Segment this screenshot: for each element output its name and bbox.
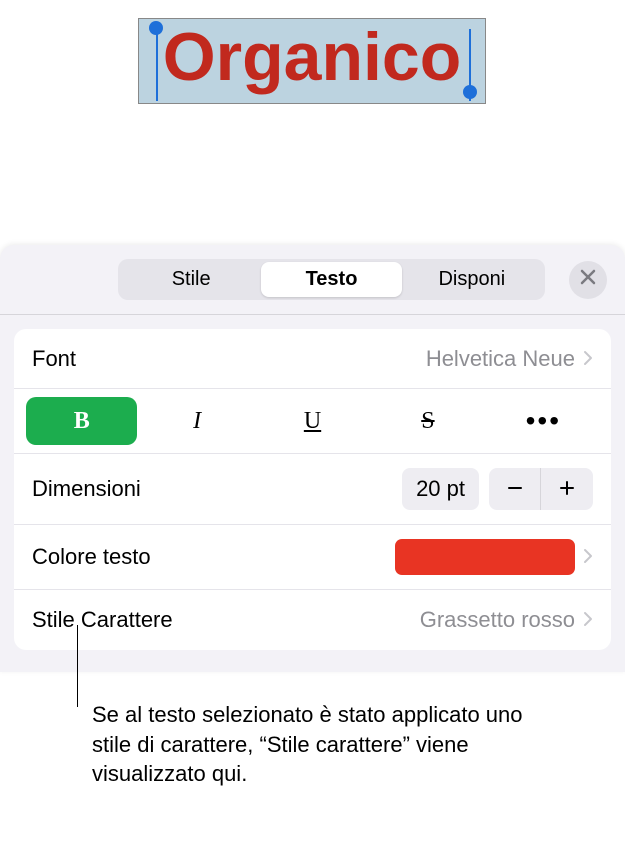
canvas-area: Organico xyxy=(0,0,625,245)
tab-style[interactable]: Stile xyxy=(121,262,261,297)
text-style-buttons: B I U S ••• xyxy=(14,389,611,454)
font-value-wrapper: Helvetica Neue xyxy=(426,346,593,372)
chevron-right-icon xyxy=(583,544,593,570)
size-decrease-button[interactable] xyxy=(489,468,541,510)
character-style-value-wrapper: Grassetto rosso xyxy=(420,607,593,633)
panel-header: Stile Testo Disponi xyxy=(0,245,625,315)
font-row[interactable]: Font Helvetica Neue xyxy=(14,329,611,389)
font-value: Helvetica Neue xyxy=(426,346,575,372)
character-style-label: Stile Carattere xyxy=(32,607,173,633)
plus-icon xyxy=(557,474,577,505)
size-stepper xyxy=(489,468,593,510)
tab-arrange[interactable]: Disponi xyxy=(402,262,542,297)
selection-handle-bottom-right[interactable] xyxy=(463,85,477,99)
underline-button[interactable]: U xyxy=(257,397,368,445)
text-color-value-wrapper xyxy=(395,539,593,575)
font-label: Font xyxy=(32,346,76,372)
segmented-control: Stile Testo Disponi xyxy=(118,259,545,300)
italic-button[interactable]: I xyxy=(141,397,252,445)
selected-text[interactable]: Organico xyxy=(163,19,462,95)
character-style-value: Grassetto rosso xyxy=(420,607,575,633)
more-options-button[interactable]: ••• xyxy=(488,397,599,445)
format-panel: Stile Testo Disponi Font Helvetica Neue … xyxy=(0,245,625,672)
callout-line xyxy=(77,625,78,707)
text-color-swatch[interactable] xyxy=(395,539,575,575)
bold-button[interactable]: B xyxy=(26,397,137,445)
selection-cursor-left xyxy=(156,29,158,101)
chevron-right-icon xyxy=(583,346,593,372)
size-value[interactable]: 20 pt xyxy=(402,468,479,510)
close-button[interactable] xyxy=(569,261,607,299)
size-controls: 20 pt xyxy=(402,468,593,510)
size-label: Dimensioni xyxy=(32,476,141,502)
callout: Se al testo selezionato è stato applicat… xyxy=(92,700,542,789)
close-icon xyxy=(580,269,596,290)
character-style-row[interactable]: Stile Carattere Grassetto rosso xyxy=(14,590,611,650)
more-icon: ••• xyxy=(526,405,561,437)
text-color-row[interactable]: Colore testo xyxy=(14,525,611,590)
chevron-right-icon xyxy=(583,607,593,633)
size-row: Dimensioni 20 pt xyxy=(14,454,611,525)
minus-icon xyxy=(505,474,525,505)
strikethrough-button[interactable]: S xyxy=(372,397,483,445)
selected-text-box[interactable]: Organico xyxy=(138,18,486,104)
panel-body: Font Helvetica Neue B I U S ••• Dimensio… xyxy=(14,329,611,650)
size-increase-button[interactable] xyxy=(541,468,593,510)
text-color-label: Colore testo xyxy=(32,544,151,570)
callout-text: Se al testo selezionato è stato applicat… xyxy=(92,700,542,789)
tab-text[interactable]: Testo xyxy=(261,262,401,297)
